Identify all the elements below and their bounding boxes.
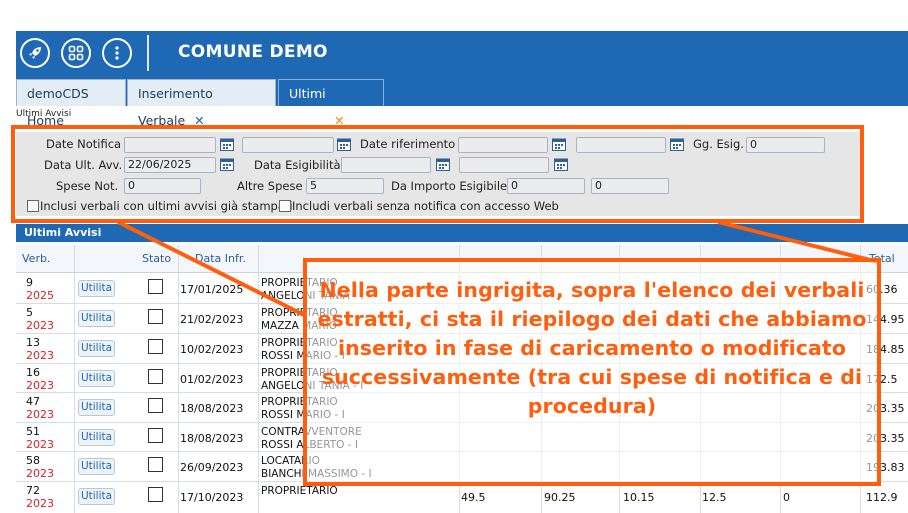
verb-number: 72	[26, 484, 40, 497]
verb-year: 2023	[26, 319, 54, 332]
data-infr: 26/09/2023	[180, 461, 244, 474]
row-checkbox[interactable]	[148, 457, 163, 472]
app-title: COMUNE DEMO	[178, 42, 328, 62]
row-checkbox[interactable]	[148, 398, 163, 413]
results-table-title: Ultimi Avvisi	[16, 224, 908, 242]
highlight-frame	[11, 125, 864, 223]
rocket-icon-button[interactable]	[20, 38, 50, 68]
annotation-text: Nella parte ingrigita, sopra l'elenco de…	[317, 278, 867, 418]
value-cell: 10.15	[623, 491, 655, 504]
utilita-button[interactable]: Utilita	[78, 458, 115, 475]
total: 112.9	[866, 491, 898, 504]
value-cell: 0	[783, 491, 790, 504]
more-menu-button[interactable]	[102, 38, 132, 68]
tab-bar: demoCDS Home Inserimento Verbale ✕ Ultimi…	[16, 75, 908, 128]
verb-number: 16	[26, 366, 40, 379]
utilita-button[interactable]: Utilita	[78, 280, 115, 297]
verb-year: 2023	[26, 349, 54, 362]
row-checkbox[interactable]	[148, 487, 163, 502]
verb-year: 2023	[26, 497, 54, 510]
row-checkbox[interactable]	[148, 309, 163, 324]
tab-ultimi-avvisi[interactable]: Ultimi Avvisi ✕	[278, 79, 384, 128]
verb-number: 47	[26, 395, 40, 408]
verb-number: 58	[26, 454, 40, 467]
row-checkbox[interactable]	[148, 369, 163, 384]
verb-number: 51	[26, 425, 40, 438]
grid-icon	[68, 45, 84, 61]
column-data-infr[interactable]: Data Infr.	[195, 252, 246, 265]
utilita-button[interactable]: Utilita	[78, 488, 115, 505]
tab-label: demoCDS Home	[27, 86, 89, 128]
utilita-button[interactable]: Utilita	[78, 310, 115, 327]
verb-year: 2023	[26, 438, 54, 451]
value-cell: 12.5	[702, 491, 727, 504]
data-infr: 18/08/2023	[180, 432, 244, 445]
data-infr: 10/02/2023	[180, 343, 244, 356]
breadcrumb: Ultimi Avvisi	[16, 109, 72, 119]
tab-inserimento-verbale[interactable]: Inserimento Verbale ✕	[127, 79, 276, 128]
role: PROPRIETARIO	[261, 485, 338, 497]
row-checkbox[interactable]	[148, 428, 163, 443]
apps-grid-button[interactable]	[61, 38, 91, 68]
verb-year: 2023	[26, 408, 54, 421]
value-cell: 49.5	[461, 491, 486, 504]
data-infr: 17/01/2025	[180, 283, 244, 296]
utilita-button[interactable]: Utilita	[78, 340, 115, 357]
column-verb[interactable]: Verb.	[22, 252, 50, 265]
row-checkbox[interactable]	[148, 279, 163, 294]
verb-year: 2025	[26, 289, 54, 302]
more-vertical-icon	[115, 46, 119, 60]
app-header: COMUNE DEMO	[16, 31, 908, 75]
utilita-button[interactable]: Utilita	[78, 399, 115, 416]
verb-year: 2023	[26, 379, 54, 392]
verb-number: 5	[26, 306, 33, 319]
header-divider	[147, 35, 149, 71]
verb-number: 9	[26, 276, 33, 289]
tab-democds-home[interactable]: demoCDS Home	[16, 79, 126, 128]
verb-year: 2023	[26, 467, 54, 480]
utilita-button[interactable]: Utilita	[78, 429, 115, 446]
data-infr: 21/02/2023	[180, 313, 244, 326]
verb-number: 13	[26, 336, 40, 349]
row-checkbox[interactable]	[148, 339, 163, 354]
annotation-callout: Nella parte ingrigita, sopra l'elenco de…	[303, 258, 881, 486]
utilita-button[interactable]: Utilita	[78, 370, 115, 387]
table-row[interactable]: 72 2023 Utilita 17/10/2023 PROPRIETARIO …	[16, 482, 908, 513]
tab-label: Ultimi Avvisi	[289, 86, 326, 128]
data-infr: 01/02/2023	[180, 373, 244, 386]
rocket-icon	[29, 47, 41, 59]
data-infr: 18/08/2023	[180, 402, 244, 415]
data-infr: 17/10/2023	[180, 491, 244, 504]
column-stato[interactable]: Stato	[142, 252, 171, 265]
value-cell: 90.25	[544, 491, 576, 504]
